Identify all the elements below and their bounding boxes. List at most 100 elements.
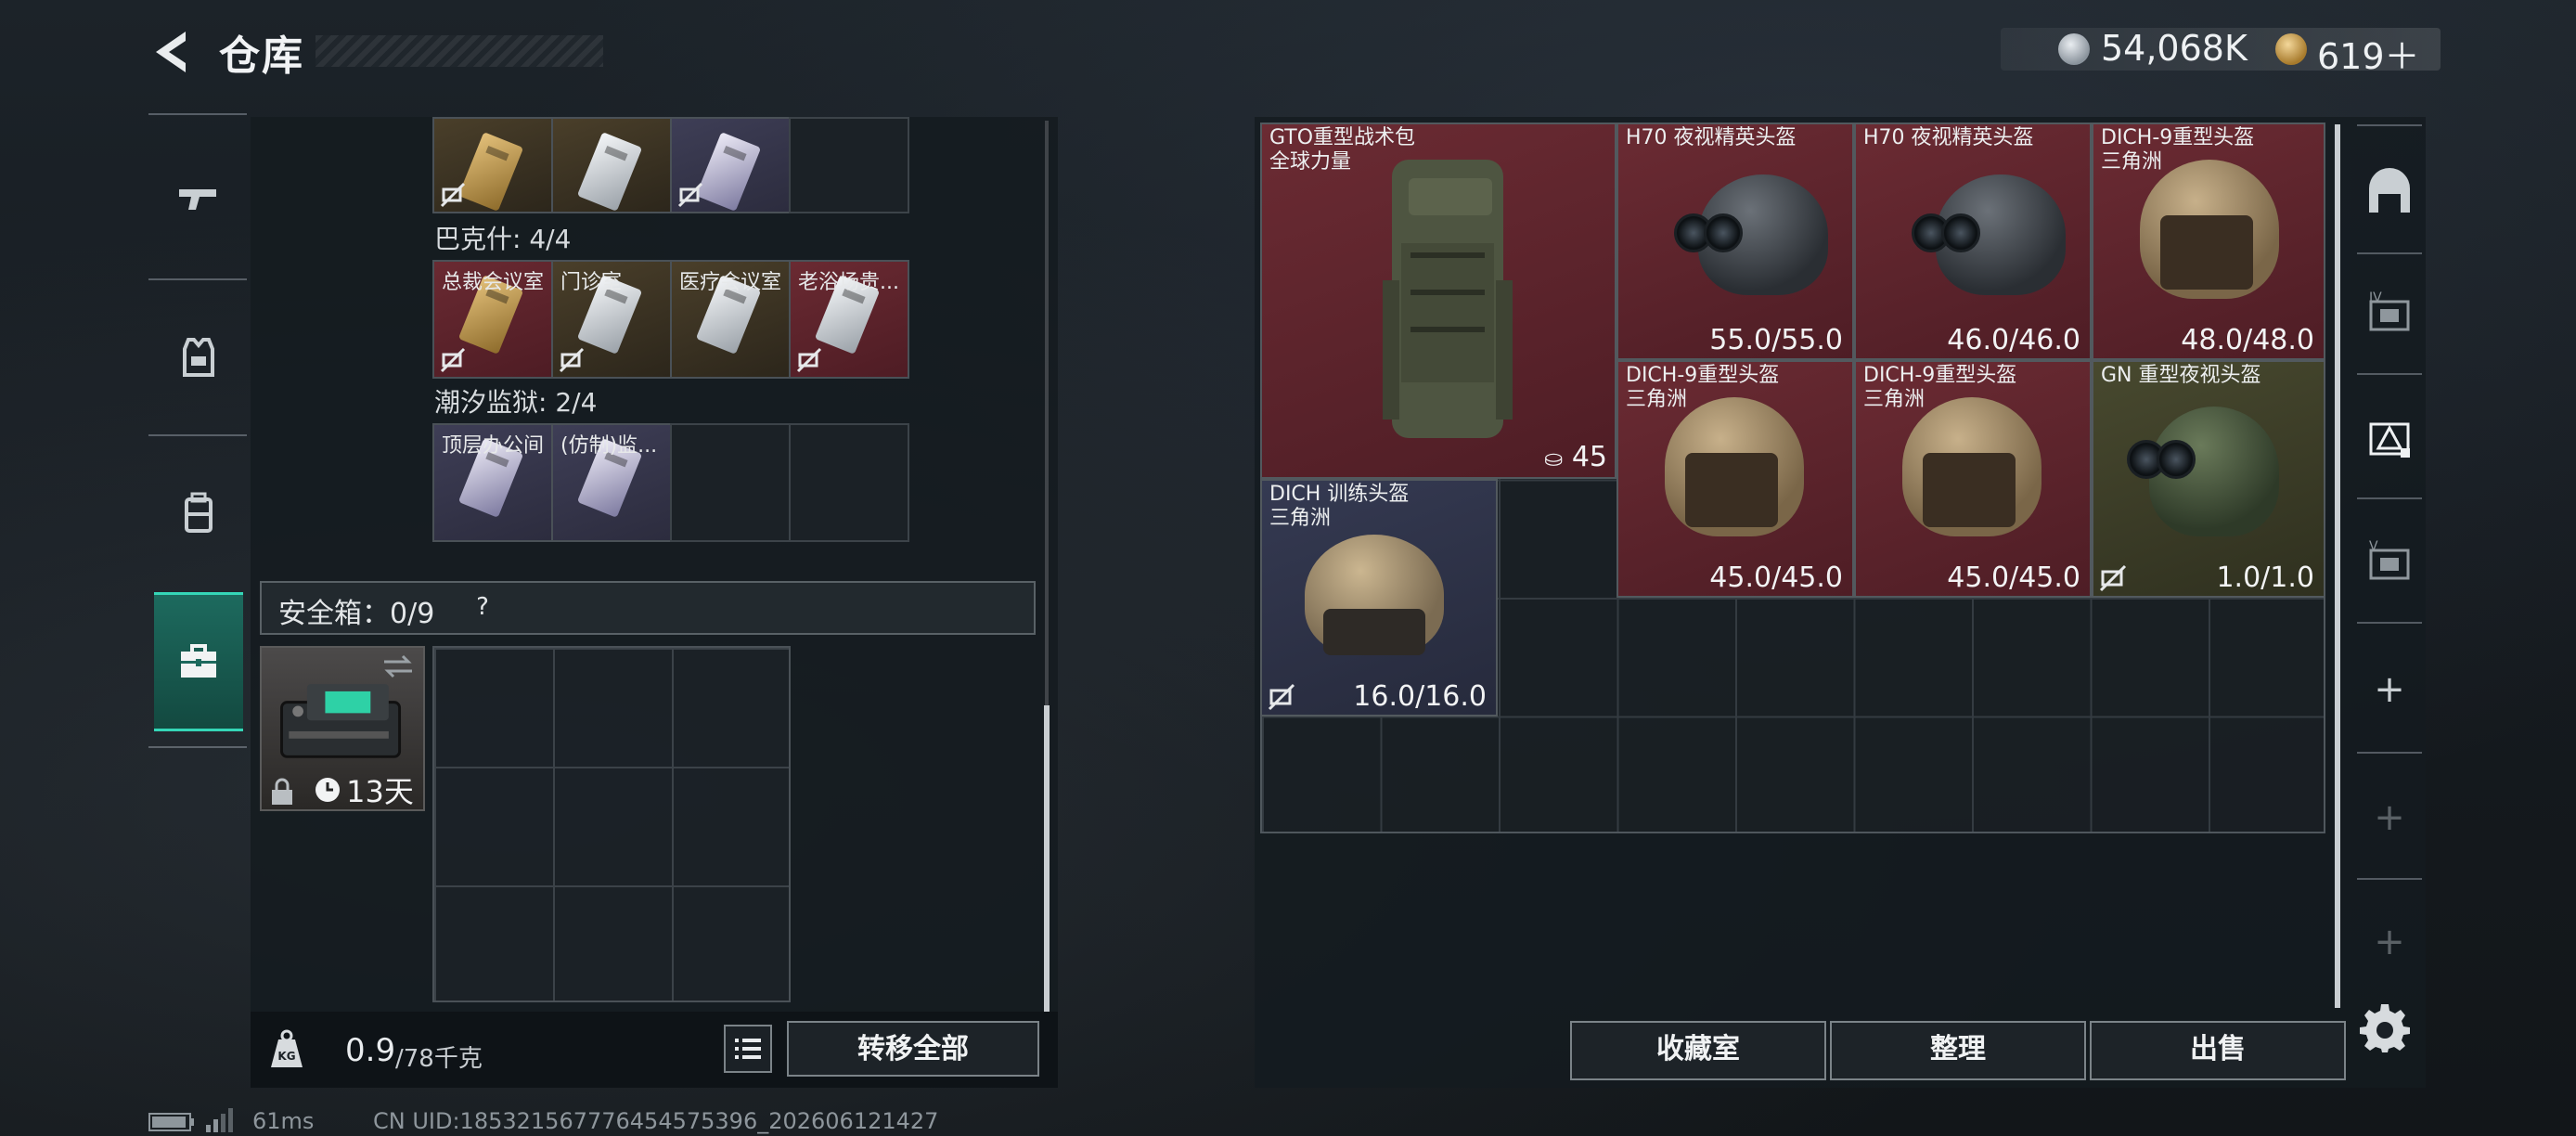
gear-icon: [2360, 1004, 2410, 1052]
scrollbar-thumb[interactable]: [1044, 705, 1050, 1012]
key-card-slot[interactable]: [432, 117, 553, 213]
title-decoration: [316, 35, 603, 67]
tab-separator: [2357, 497, 2422, 499]
key-card-slot[interactable]: 老浴场贵...: [789, 260, 909, 379]
nvg-helmet-icon: [1674, 167, 1837, 316]
toolbox-icon: [181, 644, 216, 678]
key-card-slot[interactable]: [551, 117, 672, 213]
help-button[interactable]: ?: [464, 588, 501, 626]
tab-separator: [148, 746, 247, 748]
tab-add-2[interactable]: +: [2357, 757, 2422, 878]
plus-icon: +: [2374, 668, 2405, 711]
tan-helmet-icon: [1665, 397, 1813, 555]
item-quantity: 45: [1571, 441, 1607, 473]
item-name: GN 重型夜视头盔: [2101, 364, 2261, 387]
stash-item-helmet[interactable]: GN 重型夜视头盔 1.0/1.0: [2092, 360, 2325, 598]
tab-stash-main[interactable]: [2357, 132, 2422, 252]
bag-capacity-icon: ⛀: [1544, 445, 1564, 471]
sell-button[interactable]: 出售: [2090, 1021, 2346, 1080]
collection-room-button[interactable]: 收藏室: [1570, 1021, 1826, 1080]
silver-amount: 54,068K: [2101, 28, 2248, 69]
stash-item-backpack[interactable]: GTO重型战术包 全球力量 ⛀ 45: [1260, 123, 1616, 479]
battery-icon: [148, 1113, 194, 1131]
stash-item-helmet[interactable]: DICH-9重型头盔 三角洲 45.0/45.0: [1616, 360, 1854, 598]
tab-add-1[interactable]: +: [2357, 629, 2422, 750]
tactical-backpack-icon: [1383, 160, 1513, 438]
tab-label: IV: [2369, 290, 2382, 305]
key-card-slot[interactable]: 顶层办公间: [432, 423, 553, 542]
empty-key-slot[interactable]: [789, 117, 909, 213]
durability: 1.0/1.0: [2216, 562, 2314, 594]
gold-coin-icon: [2275, 33, 2307, 65]
durability: 45.0/45.0: [1709, 562, 1843, 594]
tab-stash-v[interactable]: V: [2357, 501, 2422, 622]
gold-amount-button[interactable]: 619＋: [2317, 28, 2420, 79]
key-card-slot[interactable]: (仿制)监...: [551, 423, 672, 542]
camo-helmet-icon: [1295, 535, 1453, 674]
sort-button[interactable]: 整理: [1830, 1021, 2086, 1080]
transfer-all-button[interactable]: 转移全部: [787, 1021, 1039, 1077]
tab-gear[interactable]: [154, 288, 243, 427]
key-name: (仿制)监...: [560, 434, 658, 458]
key-name: 门诊室: [560, 271, 623, 294]
tab-separator: [2357, 622, 2422, 624]
tab-separator: [148, 434, 247, 436]
unlinked-icon: [677, 182, 703, 208]
green-nvg-helmet-icon: [2127, 399, 2288, 557]
ping-readout: 61ms: [252, 1108, 315, 1134]
weight-current: 0.9: [345, 1032, 396, 1069]
empty-key-slot[interactable]: [670, 423, 791, 542]
settings-button[interactable]: [2359, 1000, 2411, 1052]
group-label-tide-prison: 潮汐监狱: 2/4: [434, 387, 598, 418]
stash-item-helmet[interactable]: DICH 训练头盔 三角洲 16.0/16.0: [1260, 479, 1498, 716]
stash-item-helmet[interactable]: H70 夜视精英头盔 46.0/46.0: [1854, 123, 2092, 360]
stash-item-helmet[interactable]: H70 夜视精英头盔 55.0/55.0: [1616, 123, 1854, 360]
tab-weapons[interactable]: [154, 130, 243, 269]
safebox-days-left: 13天: [346, 774, 414, 809]
keycard-icon: [576, 132, 643, 212]
safebox-grid[interactable]: [432, 646, 791, 1002]
key-card-slot[interactable]: [670, 117, 791, 213]
stash-delta-icon: [2369, 422, 2410, 458]
back-arrow-icon: [156, 32, 186, 72]
tan-helmet-icon: [2140, 160, 2288, 317]
unlinked-icon: [440, 347, 466, 373]
tab-add-3[interactable]: +: [2357, 882, 2422, 1002]
list-icon: [735, 1039, 761, 1059]
keycard-icon: [695, 132, 762, 212]
list-view-button[interactable]: [724, 1025, 772, 1073]
nvg-helmet-icon: [1912, 167, 2075, 316]
stash-item-helmet[interactable]: DICH-9重型头盔 三角洲 48.0/48.0: [2092, 123, 2325, 360]
user-uid: CN UID:1853215677764545753​96_2026061214…: [373, 1108, 939, 1134]
tab-keys[interactable]: [154, 592, 243, 731]
stash-scrollbar[interactable]: [2335, 124, 2340, 1008]
stash-iv-icon: IV: [2369, 290, 2410, 331]
back-button[interactable]: [148, 26, 193, 78]
safebox-label: 安全箱：0/9: [278, 598, 435, 630]
page-title: 仓库: [219, 32, 304, 80]
key-card-slot[interactable]: 总裁会议室: [432, 260, 553, 379]
tab-stash-iv[interactable]: IV: [2357, 252, 2422, 373]
durability: 48.0/48.0: [2181, 324, 2314, 356]
durability: 45.0/45.0: [1947, 562, 2080, 594]
unlinked-icon: [1268, 683, 1295, 711]
weight-total: /78千克: [395, 1045, 483, 1073]
group-label-bakesh: 巴克什: 4/4: [434, 224, 572, 254]
tab-backpack[interactable]: [154, 444, 243, 583]
tab-stash-delta[interactable]: [2357, 377, 2422, 497]
unlinked-icon: [559, 347, 585, 373]
weight-kg-icon: KG: [267, 1028, 306, 1069]
pistol-icon: [179, 189, 216, 210]
swap-icon[interactable]: [380, 653, 416, 679]
lock-icon: [272, 778, 292, 805]
durability: 55.0/55.0: [1709, 324, 1843, 356]
keycard-icon: [457, 132, 524, 212]
empty-key-slot[interactable]: [789, 423, 909, 542]
item-name: H70 夜视精英头盔: [1626, 126, 1797, 149]
key-card-slot[interactable]: 门诊室: [551, 260, 672, 379]
key-card-slot[interactable]: 医疗会议室: [670, 260, 791, 379]
help-icon: ?: [476, 593, 489, 621]
stash-item-helmet[interactable]: DICH-9重型头盔 三角洲 45.0/45.0: [1854, 360, 2092, 598]
signal-icon: [206, 1108, 233, 1132]
unlinked-icon: [440, 182, 466, 208]
